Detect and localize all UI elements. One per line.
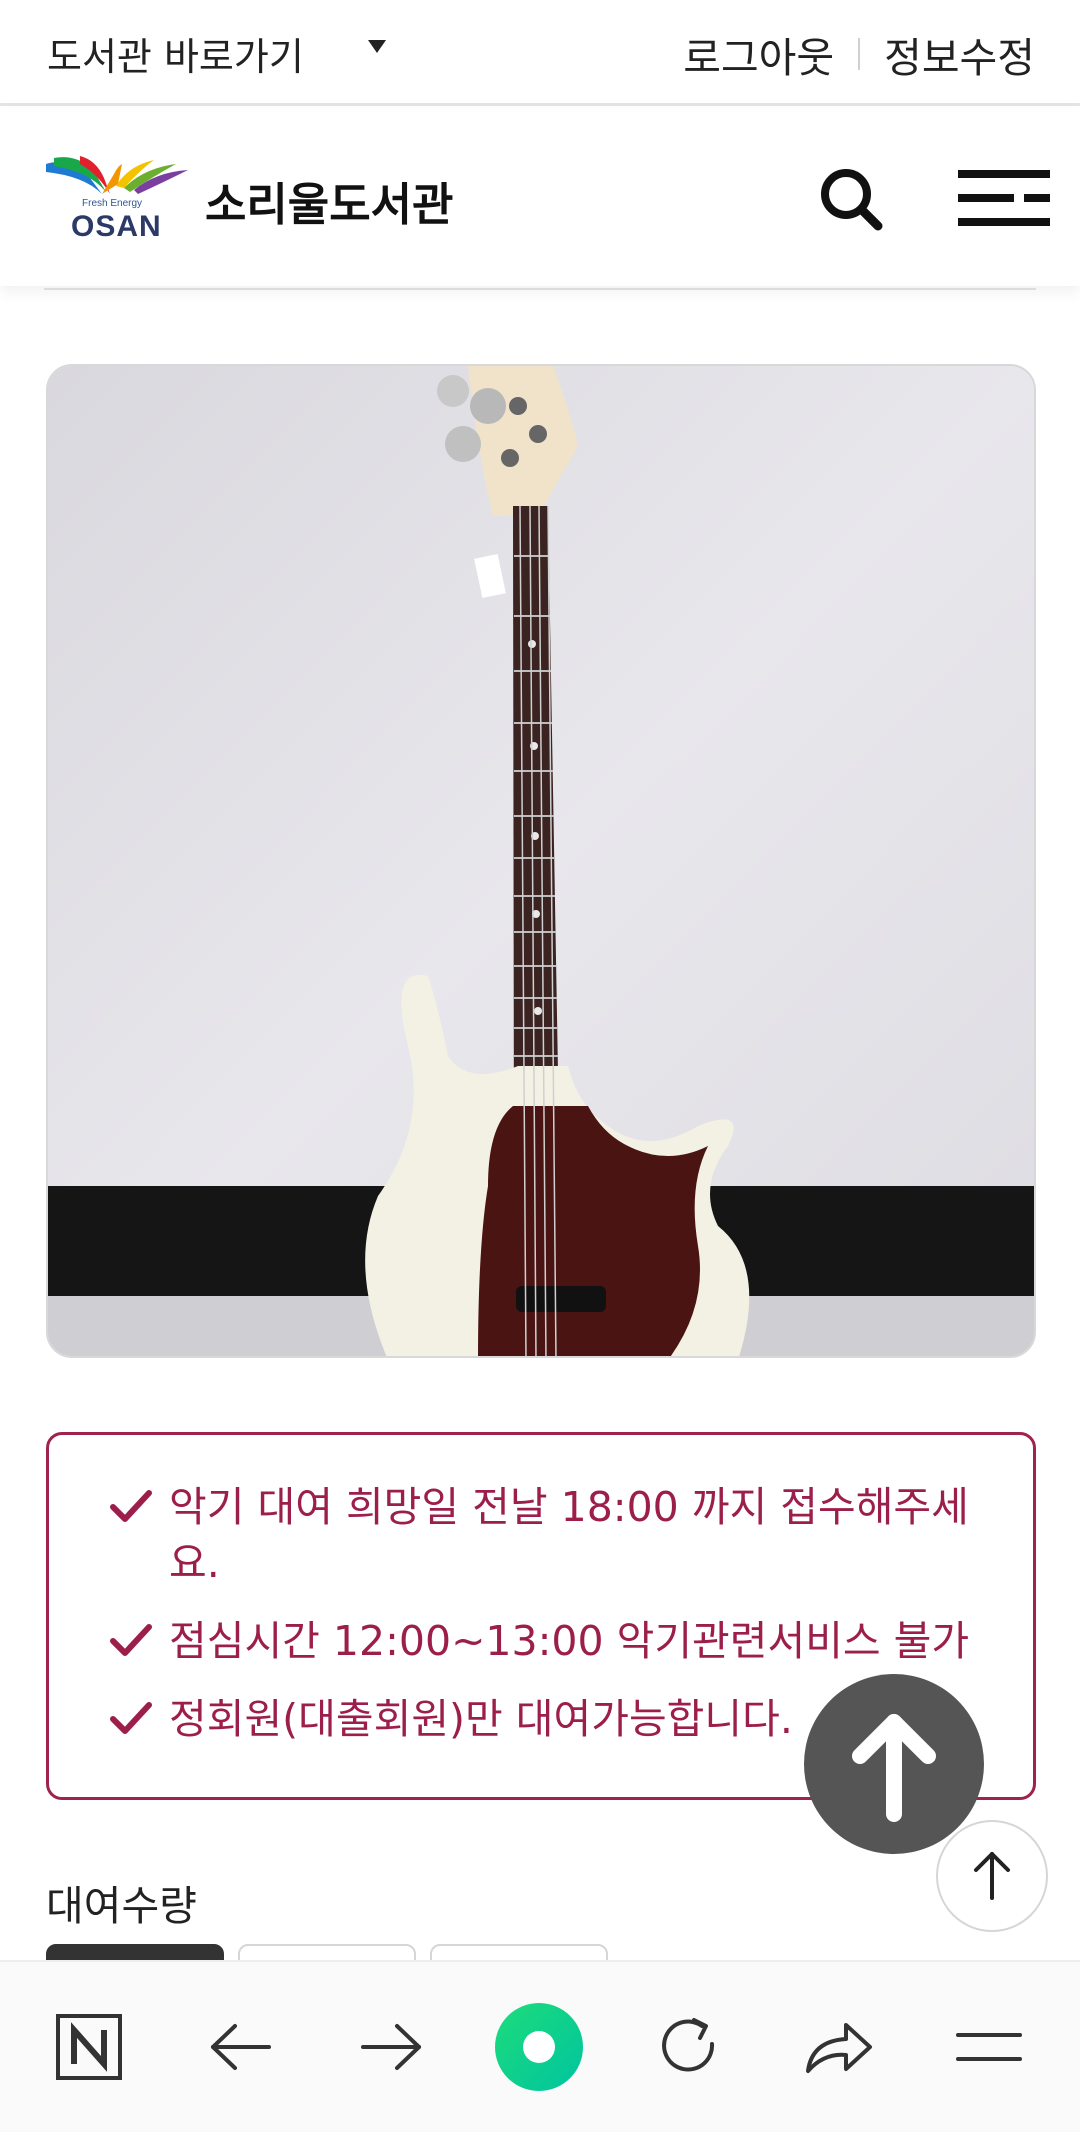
scroll-to-top-button[interactable]	[936, 1820, 1048, 1932]
check-icon	[110, 1490, 152, 1522]
logout-link[interactable]: 로그아웃	[683, 24, 834, 84]
site-title[interactable]: 소리울도서관	[205, 168, 453, 233]
product-image-bass-guitar	[46, 364, 1036, 1358]
forward-arrow-icon	[361, 2024, 421, 2070]
check-icon	[110, 1624, 152, 1656]
menu-icon	[956, 2033, 1022, 2061]
refresh-button[interactable]	[644, 2002, 734, 2092]
home-circle-icon	[495, 2003, 583, 2091]
share-button[interactable]	[794, 2002, 884, 2092]
browser-menu-button[interactable]	[944, 2002, 1034, 2092]
notice-text: 정회원(대출회원)만 대여가능합니다.	[169, 1695, 793, 1743]
site-header: Fresh Energy OSAN 소리울도서관	[0, 108, 1080, 286]
notice-item: 점심시간 12:00~13:00 악기관련서비스 불가	[109, 1613, 993, 1669]
search-button[interactable]	[818, 166, 884, 232]
naver-n-icon	[56, 2014, 122, 2080]
logo-tagline: Fresh Energy	[82, 198, 143, 209]
utility-bar: 도서관 바로가기 로그아웃 정보수정	[0, 0, 1080, 106]
back-arrow-icon	[211, 2024, 271, 2070]
arrow-up-icon	[974, 1852, 1010, 1900]
naver-home-button[interactable]	[44, 2002, 134, 2092]
osan-logo[interactable]: Fresh Energy OSAN	[44, 154, 190, 250]
share-icon	[806, 2023, 872, 2073]
whale-home-button[interactable]	[494, 2002, 584, 2092]
back-button[interactable]	[196, 2002, 286, 2092]
browser-toolbar	[0, 1960, 1080, 2132]
notice-text: 점심시간 12:00~13:00 악기관련서비스 불가	[169, 1617, 970, 1665]
notice-text: 악기 대여 희망일 전날 18:00 까지 접수해주세요.	[169, 1483, 969, 1587]
edit-info-link[interactable]: 정보수정	[884, 24, 1035, 84]
refresh-icon	[662, 2018, 715, 2072]
rental-quantity-label: 대여수량	[46, 1882, 197, 1930]
bass-guitar-illustration	[48, 366, 1034, 1356]
search-icon	[821, 169, 883, 231]
divider	[44, 288, 1036, 290]
menu-button[interactable]	[958, 170, 1050, 226]
dropdown-caret-icon[interactable]	[368, 40, 386, 53]
utility-links: 로그아웃 정보수정	[683, 24, 1035, 84]
notice-item: 악기 대여 희망일 전날 18:00 까지 접수해주세요.	[109, 1479, 993, 1591]
forward-button[interactable]	[346, 2002, 436, 2092]
divider	[858, 38, 861, 70]
logo-text: OSAN	[71, 210, 162, 243]
library-shortcut-select[interactable]: 도서관 바로가기	[47, 26, 304, 81]
check-icon	[110, 1702, 152, 1734]
hamburger-menu-icon	[958, 170, 1050, 226]
